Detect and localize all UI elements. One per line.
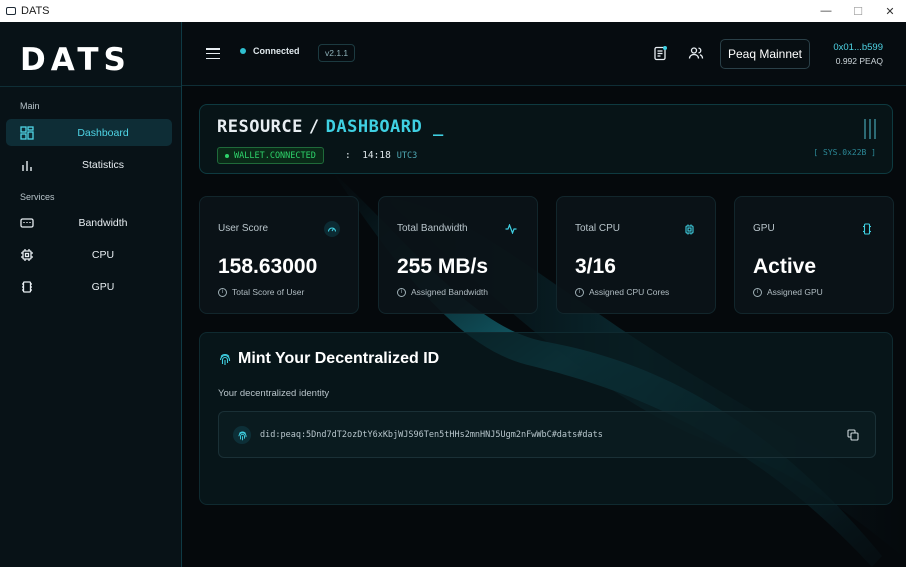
cpu-icon	[21, 249, 33, 261]
wallet-balance: 0.992 PEAQ	[835, 56, 883, 66]
sidebar-item-cpu[interactable]: CPU	[6, 241, 172, 268]
section-label-main: Main	[20, 101, 40, 111]
notes-icon[interactable]	[652, 45, 668, 61]
page-title: RESOURCE / DASHBOARD _	[217, 117, 444, 137]
time-separator: :	[345, 150, 351, 161]
users-icon[interactable]	[688, 45, 704, 61]
title-cursor: _	[433, 117, 444, 137]
title-resource: RESOURCE	[217, 117, 303, 137]
stat-subtitle: i Assigned GPU	[753, 287, 823, 297]
activity-icon	[503, 221, 519, 237]
menu-icon[interactable]	[206, 48, 220, 60]
stat-value: Active	[753, 255, 817, 278]
stat-subtitle-text: Total Score of User	[232, 287, 305, 297]
app-icon	[6, 7, 16, 15]
gpu-icon	[859, 221, 875, 237]
info-icon: i	[575, 287, 584, 297]
stat-subtitle: i Assigned CPU Cores	[575, 287, 669, 297]
gauge-icon	[324, 221, 340, 237]
section-label-services: Services	[20, 192, 55, 202]
stat-label: GPU	[753, 223, 775, 234]
mint-did-card: Mint Your Decentralized ID Your decentra…	[199, 332, 893, 505]
fingerprint-icon	[219, 354, 231, 365]
wallet-connected-label: WALLET.CONNECTED	[234, 150, 316, 161]
stat-subtitle-text: Assigned GPU	[767, 287, 823, 297]
sidebar-item-bandwidth[interactable]: Bandwidth	[6, 209, 172, 236]
stat-label: User Score	[218, 223, 269, 234]
info-icon: i	[753, 287, 762, 297]
connection-status-label: Connected	[253, 46, 300, 56]
stat-subtitle: i Total Score of User	[218, 287, 304, 297]
wallet-address: 0x01...b599	[833, 42, 883, 53]
stat-value: 3/16	[575, 255, 616, 278]
window-titlebar: DATS — ☐ ✕	[0, 0, 906, 22]
divider	[0, 86, 181, 87]
close-button[interactable]: ✕	[874, 0, 906, 22]
clock-timezone: UTC3	[396, 151, 418, 161]
mint-title: Mint Your Decentralized ID	[218, 350, 439, 368]
status-dot-icon	[225, 153, 229, 158]
status-dot-icon	[240, 48, 246, 54]
info-icon: i	[218, 287, 227, 297]
copy-icon[interactable]	[847, 429, 859, 441]
did-value: did:peaq:5Dnd7dT2ozDtY6xKbjWJS96Ten5tHHs…	[260, 430, 603, 440]
maximize-button[interactable]: ☐	[842, 0, 874, 22]
clock-time: 14:18	[362, 150, 391, 161]
connection-status: Connected	[240, 46, 300, 56]
wallet-connected-badge: WALLET.CONNECTED	[217, 147, 324, 164]
stat-card-gpu: GPU Active i Assigned GPU	[734, 196, 894, 314]
resource-dashboard-banner: RESOURCE / DASHBOARD _ WALLET.CONNECTED : …	[199, 104, 893, 174]
sidebar-item-gpu[interactable]: GPU	[6, 273, 172, 300]
window-title: DATS	[21, 5, 50, 17]
stat-subtitle-text: Assigned CPU Cores	[589, 287, 670, 297]
stat-label: Total CPU	[575, 223, 621, 234]
dashboard-icon	[20, 126, 34, 140]
bar-chart-icon	[22, 161, 32, 171]
cpu-icon	[681, 221, 697, 237]
sidebar-item-statistics[interactable]: Statistics	[6, 151, 172, 178]
stat-card-total-bandwidth: Total Bandwidth 255 MB/s i Assigned Bandw…	[378, 196, 538, 314]
did-display-field[interactable]: did:peaq:5Dnd7dT2ozDtY6xKbjWJS96Ten5tHHs…	[218, 411, 876, 458]
stat-subtitle-text: Assigned Bandwidth	[411, 287, 489, 297]
stat-value: 158.63000	[218, 255, 318, 278]
fingerprint-icon	[233, 426, 251, 444]
mint-title-text: Mint Your Decentralized ID	[238, 350, 440, 367]
title-dashboard: DASHBOARD	[325, 117, 423, 137]
wallet-info[interactable]: 0x01...b599 0.992 PEAQ	[833, 42, 883, 66]
sidebar: DATS Main Dashboard Statistics Services …	[0, 22, 182, 567]
main-content: RESOURCE / DASHBOARD _ WALLET.CONNECTED : …	[182, 86, 906, 567]
stat-subtitle: i Assigned Bandwidth	[397, 287, 488, 297]
stat-card-total-cpu: Total CPU 3/16 i Assigned CPU Cores	[556, 196, 716, 314]
router-icon	[20, 218, 34, 228]
mint-subtitle: Your decentralized identity	[218, 388, 330, 399]
clock: : 14:18 UTC3	[345, 150, 417, 161]
logo: DATS	[20, 42, 131, 78]
sidebar-item-dashboard[interactable]: Dashboard	[6, 119, 172, 146]
minimize-button[interactable]: —	[810, 0, 842, 22]
stat-label: Total Bandwidth	[397, 223, 468, 234]
stat-card-user-score: User Score 158.63000 i Total Score of Use…	[199, 196, 359, 314]
network-selector-button[interactable]: Peaq Mainnet	[720, 39, 810, 69]
signal-bars-icon	[864, 119, 876, 139]
version-badge: v2.1.1	[318, 44, 356, 62]
system-tag: [ SYS.0x22B ]	[813, 148, 876, 157]
top-header: Connected v2.1.1 Peaq Mainnet 0x01...b59…	[182, 22, 906, 86]
gpu-icon	[22, 281, 32, 293]
stat-value: 255 MB/s	[397, 255, 489, 278]
info-icon: i	[397, 287, 406, 297]
title-separator: /	[308, 117, 320, 137]
